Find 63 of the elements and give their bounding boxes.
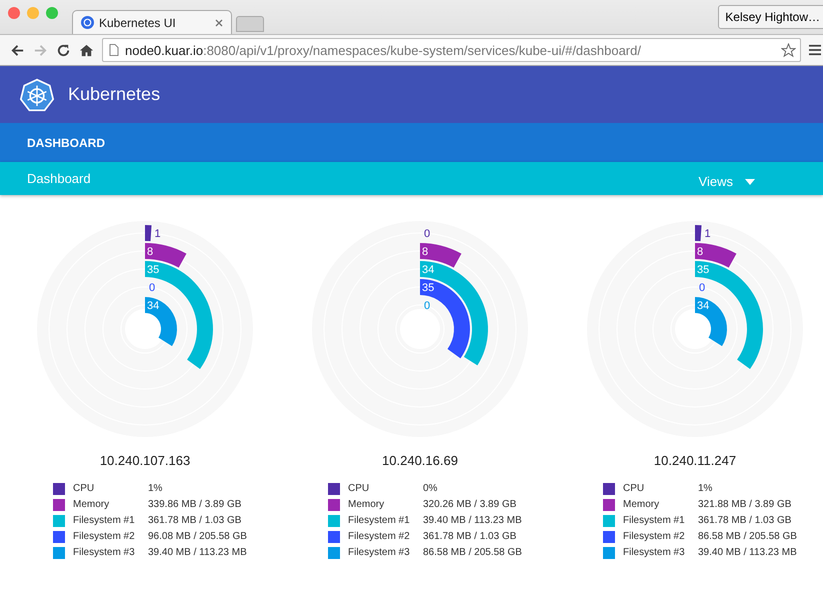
usage-percent-label: 0 bbox=[424, 228, 430, 240]
legend-value: 339.86 MB / 3.89 GB bbox=[148, 499, 242, 510]
legend-label: Filesystem #3 bbox=[348, 547, 411, 558]
usage-percent-label: 35 bbox=[147, 264, 160, 276]
reload-icon[interactable] bbox=[56, 42, 71, 58]
legend-label: Filesystem #3 bbox=[73, 547, 136, 558]
page-icon bbox=[109, 44, 119, 56]
back-arrow-icon[interactable] bbox=[10, 42, 25, 58]
legend-label: CPU bbox=[623, 483, 646, 494]
legend-value: 361.78 MB / 1.03 GB bbox=[148, 515, 242, 526]
usage-percent-label: 8 bbox=[422, 246, 428, 258]
node-ip-address: 10.240.11.247 bbox=[654, 453, 736, 468]
legend-value: 361.78 MB / 1.03 GB bbox=[423, 531, 516, 542]
bookmark-star-icon[interactable] bbox=[781, 42, 796, 58]
legend-label: Memory bbox=[348, 499, 386, 510]
usage-percent-label: 35 bbox=[697, 264, 710, 276]
legend-label: Memory bbox=[73, 499, 110, 510]
legend-value: 39.40 MB / 113.23 MB bbox=[698, 547, 797, 558]
legend-label: Filesystem #3 bbox=[623, 547, 686, 558]
home-icon[interactable] bbox=[79, 42, 94, 58]
legend-label: Filesystem #2 bbox=[348, 531, 411, 542]
usage-percent-label: 35 bbox=[422, 282, 434, 294]
app-title: Kubernetes bbox=[68, 84, 160, 105]
legend-value: 39.40 MB / 113.23 MB bbox=[423, 515, 522, 526]
legend-value: 0% bbox=[423, 483, 438, 494]
legend-label: Filesystem #1 bbox=[348, 515, 411, 526]
usage-percent-label: 8 bbox=[147, 246, 154, 258]
usage-percent-label: 34 bbox=[422, 264, 434, 276]
usage-percent-label: 8 bbox=[697, 246, 704, 258]
legend-value: 39.40 MB / 113.23 MB bbox=[148, 547, 247, 558]
usage-percent-label: 0 bbox=[699, 282, 706, 294]
section-title: DASHBOARD bbox=[27, 136, 105, 150]
legend-label: Filesystem #2 bbox=[73, 531, 136, 542]
close-tab-icon[interactable] bbox=[215, 18, 223, 26]
usage-percent-label: 1 bbox=[154, 228, 161, 240]
legend-value: 86.58 MB / 205.58 GB bbox=[698, 531, 797, 542]
legend-label: Memory bbox=[623, 499, 660, 510]
legend-value: 361.78 MB / 1.03 GB bbox=[698, 515, 792, 526]
usage-percent-label: 34 bbox=[147, 300, 160, 312]
usage-percent-label: 0 bbox=[149, 282, 156, 294]
caret-icon bbox=[745, 178, 755, 184]
legend-value: 321.88 MB / 3.89 GB bbox=[698, 499, 792, 510]
browser-tab[interactable]: Kubernetes UI bbox=[72, 10, 232, 34]
legend-value: 1% bbox=[698, 483, 712, 494]
usage-percent-label: 1 bbox=[704, 228, 711, 240]
legend-label: Filesystem #2 bbox=[623, 531, 686, 542]
node-ip-address: 10.240.107.163 bbox=[100, 453, 190, 468]
legend-label: Filesystem #1 bbox=[623, 515, 686, 526]
legend-label: CPU bbox=[73, 483, 96, 494]
usage-percent-label: 0 bbox=[424, 300, 430, 312]
legend-value: 1% bbox=[148, 483, 162, 494]
profile-button[interactable]: Kelsey Hightow… bbox=[718, 5, 823, 29]
url-text: node0.kuar.io:8080/api/v1/proxy/namespaces/kube-system/services/kube-ui/#/dashboard/ bbox=[125, 42, 641, 58]
close-window-icon[interactable] bbox=[8, 7, 20, 19]
legend-value: 86.58 MB / 205.58 GB bbox=[423, 547, 522, 558]
legend-value: 320.26 MB / 3.89 GB bbox=[423, 499, 516, 510]
usage-percent-label: 34 bbox=[697, 300, 710, 312]
menu-icon[interactable] bbox=[809, 44, 821, 56]
address-bar[interactable]: node0.kuar.io:8080/api/v1/proxy/namespaces/kube-system/services/kube-ui/#/dashboard/ bbox=[102, 38, 801, 62]
legend-label: CPU bbox=[348, 483, 370, 494]
legend-value: 96.08 MB / 205.58 GB bbox=[148, 531, 247, 542]
legend-label: Filesystem #1 bbox=[73, 515, 136, 526]
node-ip-address: 10.240.16.69 bbox=[382, 453, 458, 468]
